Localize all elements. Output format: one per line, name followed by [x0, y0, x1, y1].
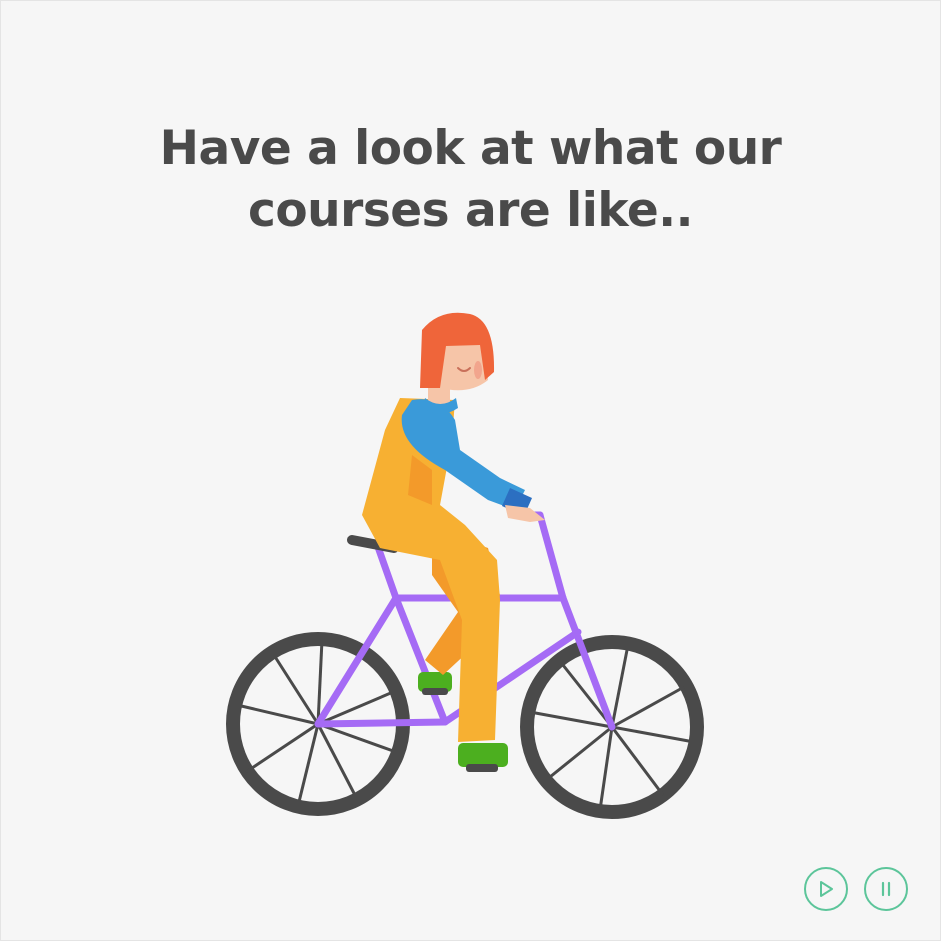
headline: Have a look at what our courses are like…	[0, 118, 941, 242]
pause-icon	[881, 881, 891, 897]
headline-line-1: Have a look at what our	[159, 121, 782, 176]
pause-button[interactable]	[864, 867, 908, 911]
headline-line-2: courses are like..	[248, 183, 693, 238]
head	[420, 312, 495, 391]
media-controls	[804, 867, 908, 911]
play-button[interactable]	[804, 867, 848, 911]
play-icon	[820, 881, 833, 897]
front-shoe	[458, 743, 508, 767]
cyclist-illustration	[226, 312, 704, 819]
